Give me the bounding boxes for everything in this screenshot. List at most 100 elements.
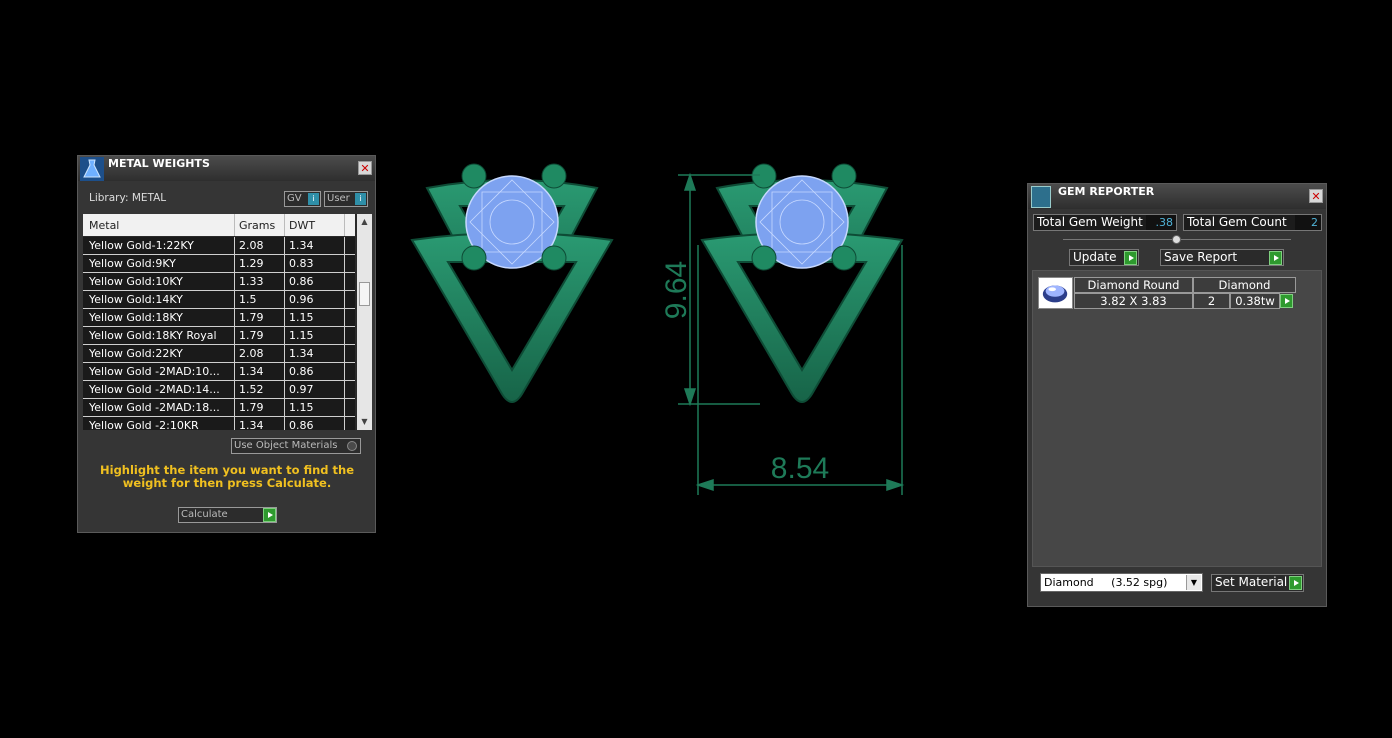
scroll-up-icon[interactable]: ▲ <box>357 215 372 229</box>
grams-cell: 1.79 <box>239 401 264 414</box>
flask-icon <box>80 157 104 181</box>
earring-left <box>410 163 614 403</box>
table-row[interactable]: Yellow Gold:14KY 1.5 0.96 <box>83 291 355 309</box>
grams-cell: 1.79 <box>239 311 264 324</box>
set-material-button[interactable]: Set Material <box>1211 574 1304 592</box>
table-row[interactable]: Yellow Gold -2MAD:14... 1.52 0.97 <box>83 381 355 399</box>
dwt-cell: 0.86 <box>289 275 314 288</box>
save-report-button[interactable]: Save Report <box>1160 249 1284 266</box>
earring-drawing: 9.64 8.54 <box>410 163 905 495</box>
table-row[interactable]: Yellow Gold -2MAD:10... 1.34 0.86 <box>83 363 355 381</box>
info-icon: i <box>355 193 366 205</box>
total-gem-count-field: Total Gem Count 2 <box>1183 214 1322 231</box>
total-gem-weight-field: Total Gem Weight .38 <box>1033 214 1177 231</box>
table-row[interactable]: Yellow Gold:18KY 1.79 1.15 <box>83 309 355 327</box>
gem-reporter-panel: GEM REPORTER ✕ Total Gem Weight .38 Tota… <box>1027 183 1327 607</box>
total-gem-count-label: Total Gem Count <box>1187 215 1287 229</box>
table-row[interactable]: Yellow Gold -2MAD:18... 1.79 1.15 <box>83 399 355 417</box>
gem-shape: Diamond Round <box>1074 277 1193 293</box>
metal-name-cell: Yellow Gold:18KY Royal <box>89 329 217 342</box>
collapse-handle[interactable] <box>1172 235 1181 244</box>
close-button[interactable]: ✕ <box>1309 189 1323 203</box>
metal-name-cell: Yellow Gold -2:10KR <box>89 419 199 430</box>
gv-selector[interactable]: GV i <box>284 191 321 207</box>
material-dropdown[interactable]: Diamond (3.52 spg) ▼ <box>1040 573 1203 592</box>
dwt-cell: 0.96 <box>289 293 314 306</box>
earring-right <box>700 163 904 403</box>
set-material-label: Set Material <box>1215 575 1288 589</box>
play-arrow-icon <box>263 508 276 522</box>
chevron-down-icon: ▼ <box>1186 575 1201 590</box>
titlebar[interactable]: METAL WEIGHTS ✕ <box>78 156 375 181</box>
play-arrow-icon <box>1269 251 1282 265</box>
metal-name-cell: Yellow Gold:9KY <box>89 257 176 270</box>
grams-cell: 1.34 <box>239 419 264 430</box>
metal-name-cell: Yellow Gold:14KY <box>89 293 183 306</box>
grams-cell: 1.29 <box>239 257 264 270</box>
gem-list: Diamond Round Diamond 3.82 X 3.83 2 0.38… <box>1032 270 1322 567</box>
diamond-round-icon[interactable] <box>1038 277 1073 309</box>
grams-cell: 2.08 <box>239 239 264 252</box>
save-report-label: Save Report <box>1164 250 1238 264</box>
use-object-materials-toggle[interactable]: Use Object Materials <box>231 438 361 454</box>
table-row[interactable]: Yellow Gold:18KY Royal 1.79 1.15 <box>83 327 355 345</box>
grams-cell: 1.52 <box>239 383 264 396</box>
grams-cell: 2.08 <box>239 347 264 360</box>
instruction-text: Highlight the item you want to find the … <box>100 463 354 490</box>
dwt-cell: 0.86 <box>289 419 314 430</box>
gem-count: 2 <box>1193 293 1230 309</box>
info-icon: i <box>308 193 319 205</box>
total-gem-weight-value: .38 <box>1146 215 1176 230</box>
material-dropdown-value: Diamond (3.52 spg) <box>1044 576 1168 589</box>
update-label: Update <box>1073 250 1117 264</box>
grams-cell: 1.79 <box>239 329 264 342</box>
gem-size: 3.82 X 3.83 <box>1074 293 1193 309</box>
dwt-cell: 1.15 <box>289 329 314 342</box>
metal-name-cell: Yellow Gold:22KY <box>89 347 183 360</box>
titlebar[interactable]: GEM REPORTER ✕ <box>1028 184 1326 209</box>
gem-material: Diamond <box>1193 277 1296 293</box>
width-dimension: 8.54 <box>771 452 829 485</box>
update-button[interactable]: Update <box>1069 249 1139 266</box>
scroll-down-icon[interactable]: ▼ <box>357 415 372 429</box>
dwt-cell: 1.15 <box>289 311 314 324</box>
table-row[interactable]: Yellow Gold-1:22KY 2.08 1.34 <box>83 237 355 255</box>
table-header: Metal Grams DWT <box>83 214 355 236</box>
metal-name-cell: Yellow Gold:18KY <box>89 311 183 324</box>
column-header-dwt[interactable]: DWT <box>289 219 315 232</box>
table-row[interactable]: Yellow Gold:9KY 1.29 0.83 <box>83 255 355 273</box>
column-header-grams[interactable]: Grams <box>239 219 275 232</box>
calculate-label: Calculate <box>181 509 228 520</box>
dwt-cell: 0.83 <box>289 257 314 270</box>
metal-name-cell: Yellow Gold -2MAD:10... <box>89 365 220 378</box>
play-arrow-icon <box>1289 576 1302 590</box>
table-row[interactable]: Yellow Gold -2:10KR 1.34 0.86 <box>83 417 355 430</box>
metal-table: Metal Grams DWT Yellow Gold-1:22KY 2.08 1.… <box>83 214 372 430</box>
dwt-cell: 0.86 <box>289 365 314 378</box>
scrollbar[interactable]: ▲ ▼ <box>357 214 372 430</box>
library-label: Library: METAL <box>89 192 167 204</box>
metal-name-cell: Yellow Gold:10KY <box>89 275 183 288</box>
scroll-thumb[interactable] <box>359 282 370 306</box>
total-gem-weight-label: Total Gem Weight <box>1037 215 1143 229</box>
close-button[interactable]: ✕ <box>358 161 372 175</box>
grams-cell: 1.5 <box>239 293 257 306</box>
table-rows: Yellow Gold-1:22KY 2.08 1.34 Yellow Gold:9K… <box>83 237 355 430</box>
play-arrow-icon[interactable] <box>1280 294 1293 308</box>
dwt-cell: 0.97 <box>289 383 314 396</box>
table-row[interactable]: Yellow Gold:22KY 2.08 1.34 <box>83 345 355 363</box>
column-header-metal[interactable]: Metal <box>89 219 119 232</box>
panel-title: GEM REPORTER <box>1058 185 1155 198</box>
height-dimension: 9.64 <box>660 261 693 319</box>
calculate-button[interactable]: Calculate <box>178 507 277 523</box>
user-selector[interactable]: User i <box>324 191 368 207</box>
total-gem-count-value: 2 <box>1295 215 1321 230</box>
dwt-cell: 1.34 <box>289 347 314 360</box>
use-object-materials-label: Use Object Materials <box>234 440 338 451</box>
user-label: User <box>327 193 350 204</box>
table-row[interactable]: Yellow Gold:10KY 1.33 0.86 <box>83 273 355 291</box>
report-icon <box>1031 186 1051 208</box>
gem-weight: 0.38tw <box>1230 293 1280 309</box>
grams-cell: 1.34 <box>239 365 264 378</box>
metal-name-cell: Yellow Gold -2MAD:18... <box>89 401 220 414</box>
